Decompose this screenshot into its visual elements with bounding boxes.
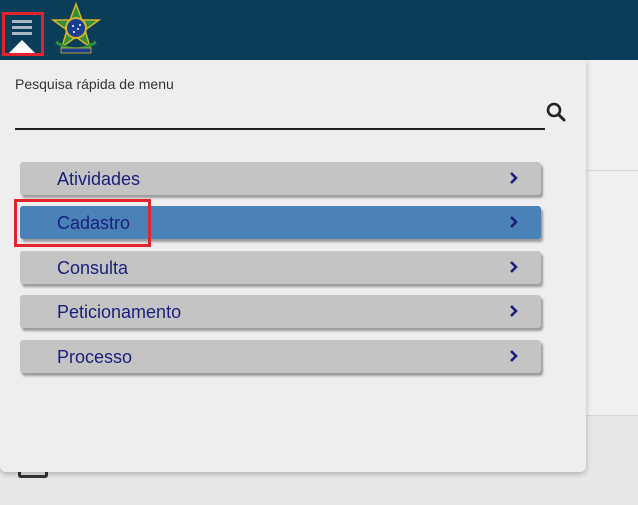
background-divider xyxy=(586,170,638,171)
menu-item-processo[interactable]: Processo xyxy=(20,340,541,373)
menu-item-peticionamento[interactable]: Peticionamento xyxy=(20,295,541,328)
chevron-right-icon xyxy=(510,305,518,317)
chevron-right-icon xyxy=(510,216,518,228)
menu-toggle-button[interactable] xyxy=(2,12,44,56)
menu-pointer-icon xyxy=(9,40,35,53)
menu-item-label: Consulta xyxy=(57,258,129,278)
chevron-right-icon xyxy=(510,350,518,362)
chevron-right-icon xyxy=(510,261,518,273)
menu-item-label: Peticionamento xyxy=(57,302,182,322)
menu-item-label: Processo xyxy=(57,347,133,367)
search-label: Pesquisa rápida de menu xyxy=(15,76,174,92)
chevron-right-icon xyxy=(510,172,518,184)
menu-item-consulta[interactable]: Consulta xyxy=(20,251,541,284)
brazil-coat-of-arms-icon xyxy=(50,2,102,54)
menu-item-cadastro[interactable]: Cadastro xyxy=(20,206,541,239)
search-input[interactable] xyxy=(15,98,545,130)
search-icon[interactable] xyxy=(546,102,566,122)
menu-item-label: Atividades xyxy=(57,169,141,189)
top-bar xyxy=(0,0,638,60)
menu-item-atividades[interactable]: Atividades xyxy=(20,162,541,195)
menu-item-label: Cadastro xyxy=(57,213,131,233)
